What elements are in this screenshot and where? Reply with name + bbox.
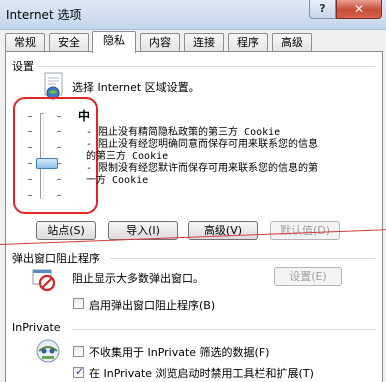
- slider-tick: [57, 131, 61, 132]
- slider-tick: [28, 131, 32, 132]
- settings-group-label: 设置: [12, 60, 34, 73]
- close-button[interactable]: ✕: [336, 0, 382, 19]
- tab-security[interactable]: 安全: [49, 33, 89, 52]
- inprivate-disable-toolbars-checkbox[interactable]: ✓: [73, 365, 85, 378]
- privacy-level: 中: [78, 109, 91, 123]
- slider-tick: [28, 147, 32, 148]
- popup-enable-label: 启用弹出窗口阻止程序(B): [89, 299, 216, 312]
- description-line: 一方 Cookie: [86, 175, 149, 186]
- slider-tick: [57, 116, 61, 117]
- slider-tick: [28, 195, 32, 196]
- slider-tick: [28, 179, 32, 180]
- popup-settings-button[interactable]: 设置(E): [274, 267, 342, 286]
- window-title: Internet 选项: [6, 8, 82, 22]
- privacy-slider-thumb[interactable]: [36, 158, 58, 169]
- help-button[interactable]: ?: [309, 0, 336, 19]
- slider-tick: [57, 147, 61, 148]
- tab-programs[interactable]: 程序: [228, 33, 268, 52]
- slider-tick: [28, 163, 32, 164]
- checkmark-icon: ✓: [75, 365, 85, 378]
- privacy-slider-track[interactable]: [40, 113, 44, 199]
- inprivate-icon: [33, 336, 63, 366]
- inprivate-group-label: InPrivate: [12, 321, 61, 334]
- popup-separator: [110, 258, 376, 259]
- inprivate-disable-toolbars-label: 在 InPrivate 浏览启动时禁用工具栏和扩展(T): [89, 367, 314, 380]
- description-line: - 限制没有经您默许而保存可用来联系您的信息的第: [86, 163, 319, 174]
- slider-tick: [57, 195, 61, 196]
- description-line: 的第三方 Cookie: [86, 151, 169, 162]
- popup-enable-checkbox[interactable]: [73, 298, 84, 309]
- description-line: - 阻止没有经您明确同意而保存可用来联系您的信息: [86, 139, 319, 150]
- inprivate-separator: [72, 329, 376, 330]
- sites-button[interactable]: 站点(S): [36, 221, 96, 240]
- inprivate-no-collect-label: 不收集用于 InPrivate 筛选的数据(F): [89, 346, 270, 359]
- tab-general[interactable]: 常规: [5, 33, 45, 52]
- slider-tick: [28, 116, 32, 117]
- description-line: - 阻止没有精简隐私政策的第三方 Cookie: [86, 127, 281, 138]
- select-zone-text: 选择 Internet 区域设置。: [72, 81, 200, 94]
- tab-advanced[interactable]: 高级: [272, 33, 312, 52]
- popup-blocker-icon: [31, 267, 57, 293]
- tab-connections[interactable]: 连接: [184, 33, 224, 52]
- settings-separator: [38, 66, 376, 67]
- popup-group-label: 弹出窗口阻止程序: [12, 252, 100, 265]
- inprivate-no-collect-checkbox[interactable]: [73, 346, 84, 357]
- slider-tick: [57, 179, 61, 180]
- tab-privacy[interactable]: 隐私: [92, 31, 136, 53]
- zone-globe-icon: [42, 72, 68, 100]
- popup-text: 阻止显示大多数弹出窗口。: [72, 272, 204, 285]
- tab-content[interactable]: 内容: [140, 33, 180, 52]
